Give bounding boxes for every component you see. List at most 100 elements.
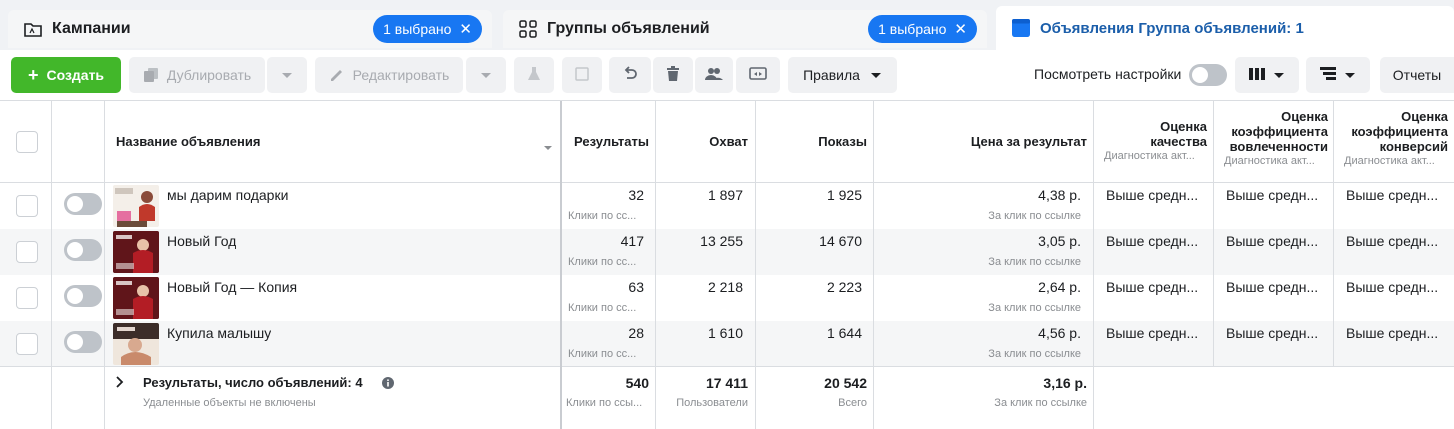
engagement-value: Выше средн... — [1226, 325, 1319, 341]
col-header-conversion-b: коэффициента — [1351, 124, 1448, 139]
breakdown-button[interactable] — [1306, 57, 1370, 93]
reach-value: 1 897 — [707, 187, 743, 203]
col-header-conversion-c: конверсий — [1379, 139, 1448, 154]
campaigns-selected-pill[interactable]: 1 выбрано ✕ — [373, 15, 482, 43]
col-divider — [104, 101, 105, 429]
ad-name[interactable]: Купила малышу — [167, 325, 271, 341]
ad-name[interactable]: Новый Год — [167, 233, 236, 249]
expand-chevron-icon[interactable] — [116, 376, 124, 391]
summary-cost-sub: За клик по ссылке — [994, 397, 1087, 409]
col-header-cost[interactable]: Цена за результат — [878, 134, 1087, 149]
ad-thumbnail[interactable] — [113, 231, 159, 273]
col-header-engagement-b: коэффициента — [1231, 124, 1328, 139]
summary-impressions-sub: Всего — [838, 397, 867, 409]
create-button[interactable]: + Создать — [11, 57, 121, 93]
col-header-engagement-a: Оценка — [1281, 109, 1328, 124]
view-settings-toggle[interactable] — [1189, 64, 1227, 86]
col-divider — [1333, 101, 1334, 366]
col-header-impressions[interactable]: Показы — [760, 134, 867, 149]
tab-adsets[interactable]: Группы объявлений 1 выбрано ✕ — [503, 10, 987, 48]
col-divider — [655, 101, 656, 429]
ad-thumbnail[interactable] — [113, 185, 159, 227]
results-sub: Клики по сс... — [568, 210, 637, 222]
row-checkbox[interactable] — [16, 287, 38, 309]
col-header-quality-sub: Диагностика акт... — [1104, 150, 1195, 162]
select-all-checkbox[interactable] — [16, 131, 38, 153]
people-icon — [705, 67, 723, 84]
ad-status-toggle[interactable] — [64, 193, 102, 215]
ad-name[interactable]: Новый Год — Копия — [167, 279, 297, 295]
results-value: 28 — [628, 325, 644, 341]
delete-button[interactable] — [653, 57, 693, 93]
cost-sub: За клик по ссылке — [988, 348, 1081, 360]
summary-reach-sub: Пользователи — [676, 397, 748, 409]
adsets-selected-count: 1 выбрано — [878, 21, 947, 37]
tab-adsets-label: Группы объявлений — [547, 20, 710, 37]
col-header-engagement-sub: Диагностика акт... — [1224, 155, 1315, 167]
header-divider — [0, 182, 1454, 183]
cost-sub: За клик по ссылке — [988, 210, 1081, 222]
cost-value: 3,05 р. — [1038, 233, 1081, 249]
quality-value: Выше средн... — [1106, 325, 1199, 341]
campaigns-selected-count: 1 выбрано — [383, 21, 452, 37]
reach-value: 1 610 — [707, 325, 743, 341]
tab-campaigns[interactable]: Кампании 1 выбрано ✕ — [8, 10, 492, 48]
results-value: 417 — [620, 233, 644, 249]
col-header-quality[interactable]: Оценка качества Диагностика акт... — [1098, 119, 1207, 164]
ads-table: Название объявления Результаты Охват Пок… — [0, 100, 1454, 429]
caret-down-icon — [870, 67, 882, 83]
summary-results: 540 — [625, 375, 649, 391]
cost-value: 2,64 р. — [1038, 279, 1081, 295]
duplicate-dropdown-button[interactable] — [267, 57, 307, 93]
columns-icon — [1249, 67, 1265, 83]
ad-page-icon — [1012, 19, 1030, 37]
preview-button[interactable] — [736, 57, 780, 93]
ad-name[interactable]: мы дарим подарки — [167, 187, 288, 203]
sort-caret-icon[interactable] — [543, 139, 553, 154]
adsets-selected-pill[interactable]: 1 выбрано ✕ — [868, 15, 977, 43]
clear-selection-icon[interactable]: ✕ — [459, 22, 472, 37]
col-header-engagement[interactable]: Оценка коэффициента вовлеченности Диагно… — [1218, 109, 1328, 169]
row-checkbox[interactable] — [16, 195, 38, 217]
duplicate-button[interactable]: Дублировать — [129, 57, 265, 93]
engagement-value: Выше средн... — [1226, 279, 1319, 295]
engagement-value: Выше средн... — [1226, 187, 1319, 203]
trash-icon — [666, 65, 680, 85]
clear-selection-icon[interactable]: ✕ — [954, 22, 967, 37]
edit-label: Редактировать — [352, 67, 450, 83]
ad-thumbnail[interactable] — [113, 277, 159, 319]
row-checkbox[interactable] — [16, 241, 38, 263]
results-sub: Клики по сс... — [568, 302, 637, 314]
rules-button[interactable]: Правила — [788, 57, 897, 93]
info-icon[interactable] — [382, 377, 394, 392]
col-header-results[interactable]: Результаты — [564, 134, 649, 149]
summary-note: Удаленные объекты не включены — [143, 397, 316, 409]
undo-button[interactable] — [609, 57, 651, 93]
caret-down-icon — [1273, 67, 1285, 83]
reports-label: Отчеты — [1392, 67, 1442, 83]
ab-test-button[interactable] — [514, 57, 554, 93]
edit-dropdown-button[interactable] — [466, 57, 506, 93]
tab-ads[interactable]: Объявления Группа объявлений: 1 — [996, 6, 1454, 50]
reports-button[interactable]: Отчеты — [1380, 57, 1454, 93]
col-divider — [51, 101, 52, 429]
cost-sub: За клик по ссылке — [988, 256, 1081, 268]
archive-button[interactable] — [562, 57, 602, 93]
col-header-reach[interactable]: Охват — [660, 134, 748, 149]
row-checkbox[interactable] — [16, 333, 38, 355]
columns-button[interactable] — [1235, 57, 1299, 93]
rules-label: Правила — [803, 67, 860, 83]
audience-button[interactable] — [695, 57, 733, 93]
view-settings-label: Посмотреть настройки — [1034, 66, 1182, 82]
col-header-name[interactable]: Название объявления — [116, 134, 260, 149]
col-header-conversion[interactable]: Оценка коэффициента конверсий Диагностик… — [1338, 109, 1448, 169]
ad-status-toggle[interactable] — [64, 239, 102, 261]
impressions-value: 1 925 — [826, 187, 862, 203]
ad-thumbnail[interactable] — [113, 323, 159, 365]
edit-button[interactable]: Редактировать — [315, 57, 463, 93]
level-tabs: Кампании 1 выбрано ✕ Группы объявлений 1… — [0, 0, 1454, 50]
summary-divider — [0, 366, 1454, 367]
ad-status-toggle[interactable] — [64, 285, 102, 307]
col-header-conversion-a: Оценка — [1401, 109, 1448, 124]
ad-status-toggle[interactable] — [64, 331, 102, 353]
